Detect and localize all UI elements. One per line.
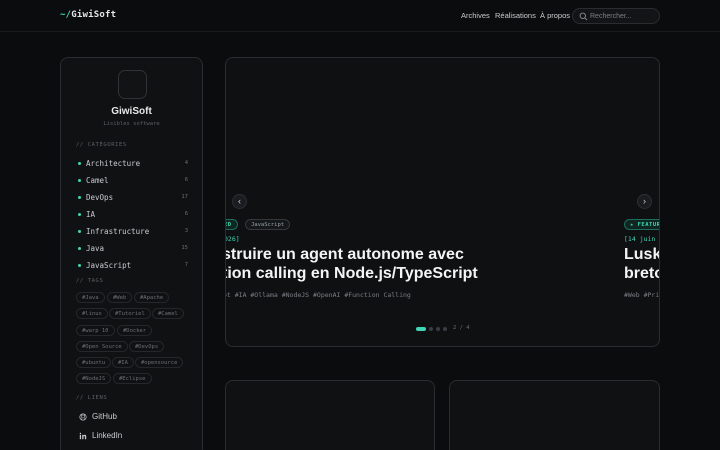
category-count: 6 (184, 211, 188, 217)
tag-camel[interactable]: #Camel (152, 308, 184, 319)
sidebar-item-camel[interactable]: Camel 6 (76, 175, 188, 187)
bullet-dot (78, 162, 81, 165)
slide-tags: pt #IA #Ollama #NodeJS #OpenAI #Function… (225, 291, 411, 299)
top-navigation-bar: ~/GiwiSoft Archives Réalisations À propo… (0, 0, 720, 32)
bullet-dot (78, 213, 81, 216)
sidebar-item-devops[interactable]: DevOps 17 (76, 192, 188, 204)
linkedin-icon (79, 432, 87, 440)
tag-linux[interactable]: #linux (76, 308, 108, 319)
sidebar-subtitle: Lisibles software (103, 121, 160, 127)
post-date: [14 juin 2 (624, 235, 660, 243)
nav-link-archives[interactable]: Archives (461, 11, 490, 20)
tag-ia[interactable]: #IA (112, 357, 134, 368)
pagination-dot[interactable] (429, 327, 433, 331)
post-date: 026] (225, 235, 240, 243)
category-count: 3 (184, 228, 188, 234)
category-count: 7 (184, 262, 188, 268)
search-icon (579, 12, 588, 21)
tag-java[interactable]: #Java (76, 292, 105, 303)
sidebar-item-architecture[interactable]: Architecture 4 (76, 158, 188, 170)
search-input[interactable]: Rechercher... (572, 8, 660, 24)
tag-web[interactable]: #Web (107, 292, 133, 303)
nav-link-a-propos[interactable]: À propos (540, 11, 570, 20)
tag-devops[interactable]: #DevOps (129, 341, 165, 352)
links-heading: // LIENS (76, 395, 108, 401)
github-icon (79, 413, 87, 421)
carousel-prev-button[interactable]: ‹ (232, 194, 247, 209)
search-placeholder: Rechercher... (590, 12, 632, 20)
sidebar-item-java[interactable]: Java 15 (76, 243, 188, 255)
tag-docker[interactable]: #Docker (117, 325, 153, 336)
sidebar: GiwiSoft Lisibles software // CATÉGORIES… (60, 57, 203, 450)
carousel-next-button[interactable]: › (637, 194, 652, 209)
category-count: 6 (184, 177, 188, 183)
sidebar-item-ia[interactable]: IA 6 (76, 209, 188, 221)
category-count: 15 (181, 245, 188, 251)
pagination-dot-active[interactable] (416, 327, 426, 331)
slide-tags: #Web #Pri (624, 291, 660, 299)
category-count: 17 (181, 194, 188, 200)
tag-eclipse[interactable]: #Eclipse (113, 373, 152, 384)
tag-tutoriel[interactable]: #Tutoriel (109, 308, 151, 319)
tag-warp-10[interactable]: #warp 10 (76, 325, 115, 336)
tag-ubuntu[interactable]: #ubuntu (76, 357, 112, 368)
sidebar-brand: GiwiSoft (111, 106, 152, 117)
featured-badge: ED (226, 219, 238, 230)
avatar (118, 70, 147, 99)
pagination-counter: 2 / 4 (453, 325, 470, 331)
tag-nodejs[interactable]: #NodeJS (76, 373, 112, 384)
sidebar-item-infrastructure[interactable]: Infrastructure 3 (76, 226, 188, 238)
sidebar-item-javascript[interactable]: JavaScript 7 (76, 260, 188, 272)
featured-badge: ★ FEATUR (624, 219, 659, 230)
bullet-dot (78, 179, 81, 182)
pagination-dot[interactable] (443, 327, 447, 331)
category-count: 4 (184, 160, 188, 166)
categories-heading: // CATÉGORIES (76, 142, 127, 148)
bullet-dot (78, 196, 81, 199)
category-badge[interactable]: JavaScript (245, 219, 291, 230)
tag-apache[interactable]: #Apache (134, 292, 170, 303)
bullet-dot (78, 247, 81, 250)
site-logo[interactable]: ~/GiwiSoft (60, 10, 116, 20)
post-card[interactable] (449, 380, 660, 450)
featured-carousel: ED JavaScript 026] struire un agent auto… (225, 57, 660, 347)
post-card[interactable] (225, 380, 435, 450)
nav-link-realisations[interactable]: Réalisations (495, 11, 536, 20)
bullet-dot (78, 230, 81, 233)
pagination-dot[interactable] (436, 327, 440, 331)
slide-title-next[interactable]: Lusk breto (624, 246, 659, 283)
slide-title[interactable]: struire un agent autonome avec tion call… (226, 246, 478, 283)
bullet-dot (78, 264, 81, 267)
tags-heading: // TAGS (76, 278, 104, 284)
tag-opensource[interactable]: #opensource (135, 357, 184, 368)
tag-open-source[interactable]: #Open Source (76, 341, 128, 352)
